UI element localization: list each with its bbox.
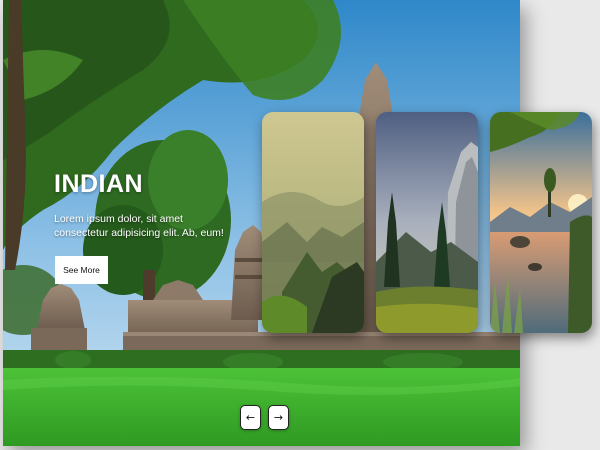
next-slide-button[interactable]: → bbox=[268, 405, 289, 430]
cliff-meadow-image bbox=[376, 112, 478, 333]
see-more-button[interactable]: See More bbox=[55, 256, 108, 284]
thumbnail-card-misty-mountains[interactable] bbox=[262, 112, 364, 333]
thumbnail-card-cliff-meadow[interactable] bbox=[376, 112, 478, 333]
thumbnail-card-sunset-lake[interactable] bbox=[490, 112, 592, 333]
arrow-right-icon: → bbox=[273, 411, 284, 424]
arrow-left-icon: ← bbox=[245, 411, 256, 424]
sunset-lake-image bbox=[490, 112, 592, 333]
mountain-valley-image bbox=[262, 112, 364, 333]
hero-description: Lorem ipsum dolor, sit amet consectetur … bbox=[54, 213, 224, 239]
hero-title: INDIAN bbox=[54, 170, 144, 198]
prev-slide-button[interactable]: ← bbox=[240, 405, 261, 430]
